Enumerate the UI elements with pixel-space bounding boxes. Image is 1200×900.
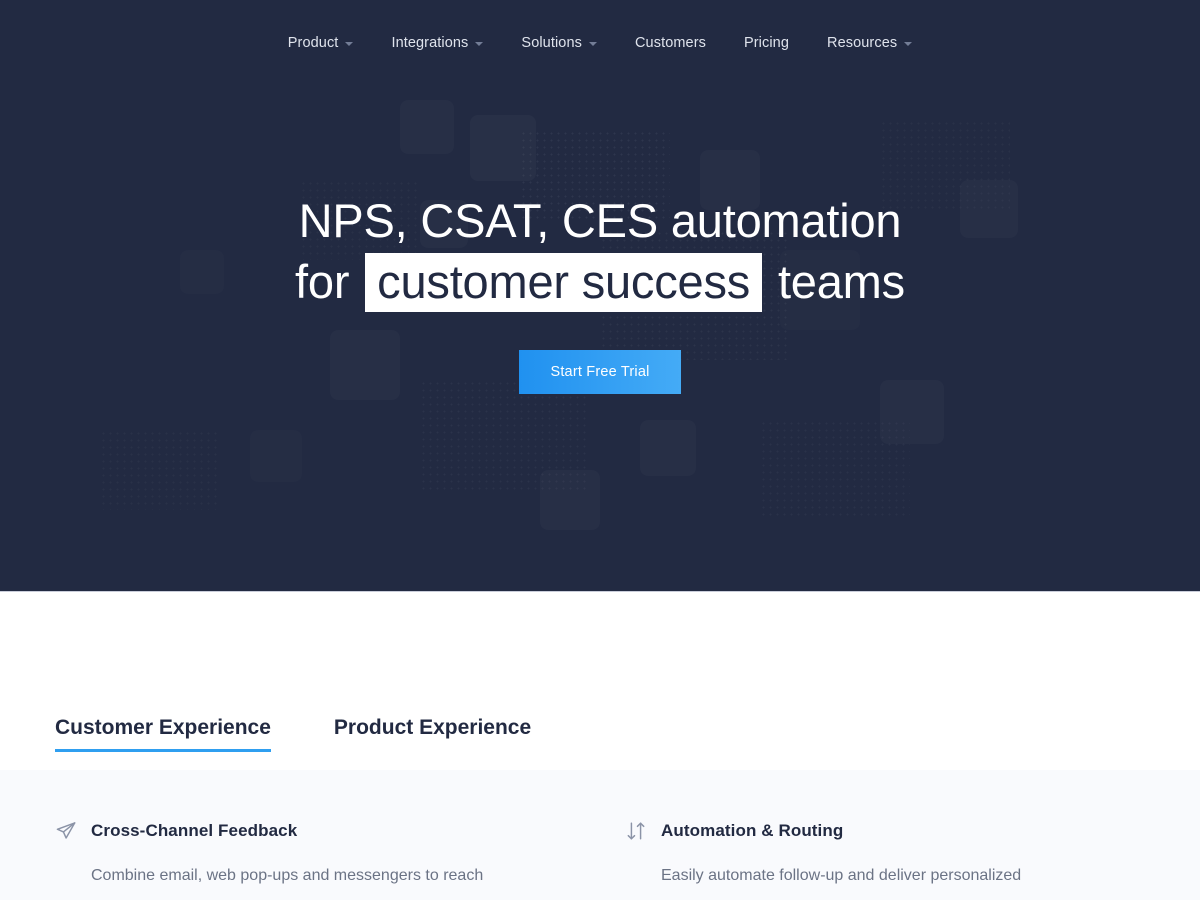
hero-cta-wrapper: Start Free Trial xyxy=(0,350,1200,394)
nav-item-customers[interactable]: Customers xyxy=(616,27,725,59)
nav-item-label: Product xyxy=(287,35,339,51)
headline-highlight: customer success xyxy=(365,253,763,312)
nav-item-label: Pricing xyxy=(743,35,790,51)
feature-description: Combine email, web pop-ups and messenger… xyxy=(91,867,484,884)
nav-item-pricing[interactable]: Pricing xyxy=(725,27,808,59)
hero-headline: NPS, CSAT, CES automation for customer s… xyxy=(0,190,1200,312)
tab-customer-experience[interactable]: Customer Experience xyxy=(55,716,271,752)
hero-section: Product Integrations Solutions Customers… xyxy=(0,0,1200,592)
feature-card-automation-routing[interactable]: Automation & Routing Easily automate fol… xyxy=(625,820,1195,900)
chevron-down-icon xyxy=(588,42,597,46)
nav-item-label: Customers xyxy=(634,35,706,51)
nav-item-label: Resources xyxy=(827,35,898,51)
main-navigation[interactable]: Product Integrations Solutions Customers… xyxy=(0,0,1200,86)
tab-label: Customer Experience xyxy=(55,716,271,739)
nav-item-label: Integrations xyxy=(391,35,469,51)
nav-item-label: Solutions xyxy=(521,35,582,51)
features-panel: Cross-Channel Feedback Combine email, we… xyxy=(0,770,1200,900)
headline-suffix: teams xyxy=(777,255,905,308)
nav-item-product[interactable]: Product xyxy=(269,27,373,59)
feature-card-cross-channel-feedback[interactable]: Cross-Channel Feedback Combine email, we… xyxy=(55,820,625,900)
exchange-arrows-icon xyxy=(625,820,647,842)
nav-item-integrations[interactable]: Integrations xyxy=(372,27,502,59)
tab-label: Product Experience xyxy=(333,716,532,739)
tab-product-experience[interactable]: Product Experience xyxy=(334,716,531,752)
send-icon xyxy=(55,820,77,842)
feature-description: Easily automate follow-up and deliver pe… xyxy=(661,867,1022,884)
feature-header: Cross-Channel Feedback xyxy=(55,820,625,842)
chevron-down-icon xyxy=(345,42,354,46)
experience-tabs[interactable]: Customer Experience Product Experience xyxy=(55,716,531,752)
headline-prefix: for xyxy=(295,255,350,308)
chevron-down-icon xyxy=(904,42,913,46)
feature-title: Automation & Routing xyxy=(661,821,844,840)
chevron-down-icon xyxy=(475,42,484,46)
nav-item-resources[interactable]: Resources xyxy=(808,27,931,59)
tabs-section: Customer Experience Product Experience xyxy=(0,592,1200,770)
feature-header: Automation & Routing xyxy=(625,820,1195,842)
headline-line-2: for customer success teams xyxy=(0,251,1200,312)
start-free-trial-button[interactable]: Start Free Trial xyxy=(519,350,681,394)
feature-title: Cross-Channel Feedback xyxy=(91,821,298,840)
headline-line-1: NPS, CSAT, CES automation xyxy=(298,194,902,247)
hero-content: NPS, CSAT, CES automation for customer s… xyxy=(0,86,1200,394)
nav-item-solutions[interactable]: Solutions xyxy=(502,27,616,59)
